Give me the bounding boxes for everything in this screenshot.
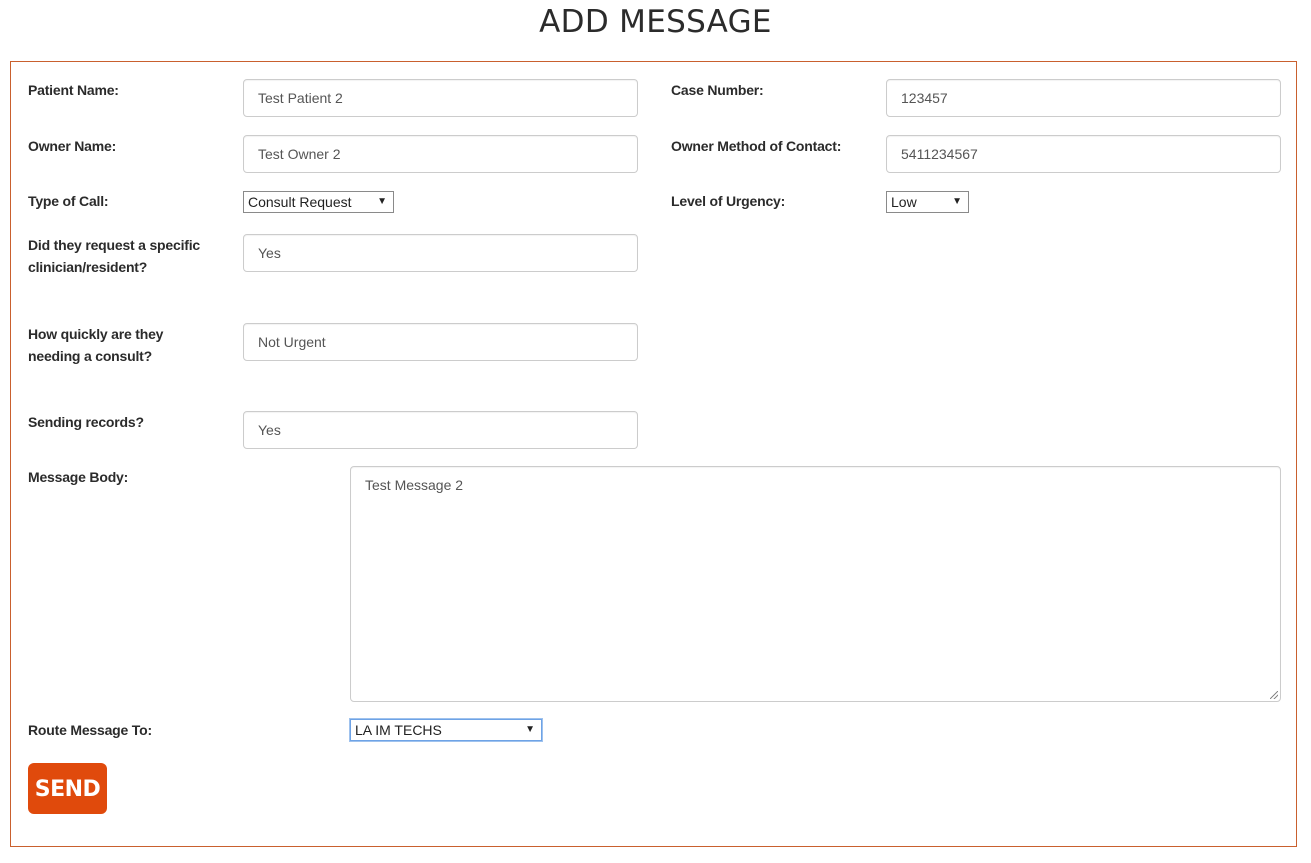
sending-records-label: Sending records? <box>28 414 144 430</box>
owner-name-input[interactable]: Test Owner 2 <box>243 135 638 173</box>
consult-speed-label: How quickly are they needing a consult? <box>28 323 163 367</box>
consult-speed-label-line2: needing a consult? <box>28 348 152 364</box>
urgency-label: Level of Urgency: <box>671 193 786 209</box>
send-button[interactable]: SEND <box>28 763 107 814</box>
type-of-call-value: Consult Request <box>248 194 352 210</box>
urgency-select[interactable]: Low ▼ <box>886 191 969 213</box>
sending-records-input[interactable]: Yes <box>243 411 638 449</box>
patient-name-input[interactable]: Test Patient 2 <box>243 79 638 117</box>
specific-clinician-label-line2: clinician/resident? <box>28 259 148 275</box>
message-body-label: Message Body: <box>28 469 129 485</box>
message-body-textarea[interactable]: Test Message 2 <box>350 466 1281 702</box>
route-to-value: LA IM TECHS <box>355 722 442 738</box>
specific-clinician-label: Did they request a specific clinician/re… <box>28 234 200 278</box>
consult-speed-input[interactable]: Not Urgent <box>243 323 638 361</box>
chevron-down-icon: ▼ <box>525 724 535 735</box>
type-of-call-label: Type of Call: <box>28 193 109 209</box>
specific-clinician-input[interactable]: Yes <box>243 234 638 272</box>
route-to-label: Route Message To: <box>28 722 152 738</box>
chevron-down-icon: ▼ <box>952 196 962 207</box>
consult-speed-label-line1: How quickly are they <box>28 326 164 342</box>
route-to-select[interactable]: LA IM TECHS ▼ <box>350 719 542 741</box>
patient-name-label: Patient Name: <box>28 82 119 98</box>
urgency-value: Low <box>891 194 917 210</box>
owner-name-label: Owner Name: <box>28 138 117 154</box>
chevron-down-icon: ▼ <box>377 196 387 207</box>
message-form-panel <box>10 61 1297 847</box>
page-title: ADD MESSAGE <box>539 4 772 40</box>
case-number-label: Case Number: <box>671 82 764 98</box>
type-of-call-select[interactable]: Consult Request ▼ <box>243 191 394 213</box>
message-body-text: Test Message 2 <box>365 477 464 493</box>
owner-contact-label: Owner Method of Contact: <box>671 138 842 154</box>
owner-contact-input[interactable]: 5411234567 <box>886 135 1281 173</box>
resize-handle-icon[interactable] <box>1270 691 1278 699</box>
case-number-input[interactable]: 123457 <box>886 79 1281 117</box>
specific-clinician-label-line1: Did they request a specific <box>28 237 200 253</box>
